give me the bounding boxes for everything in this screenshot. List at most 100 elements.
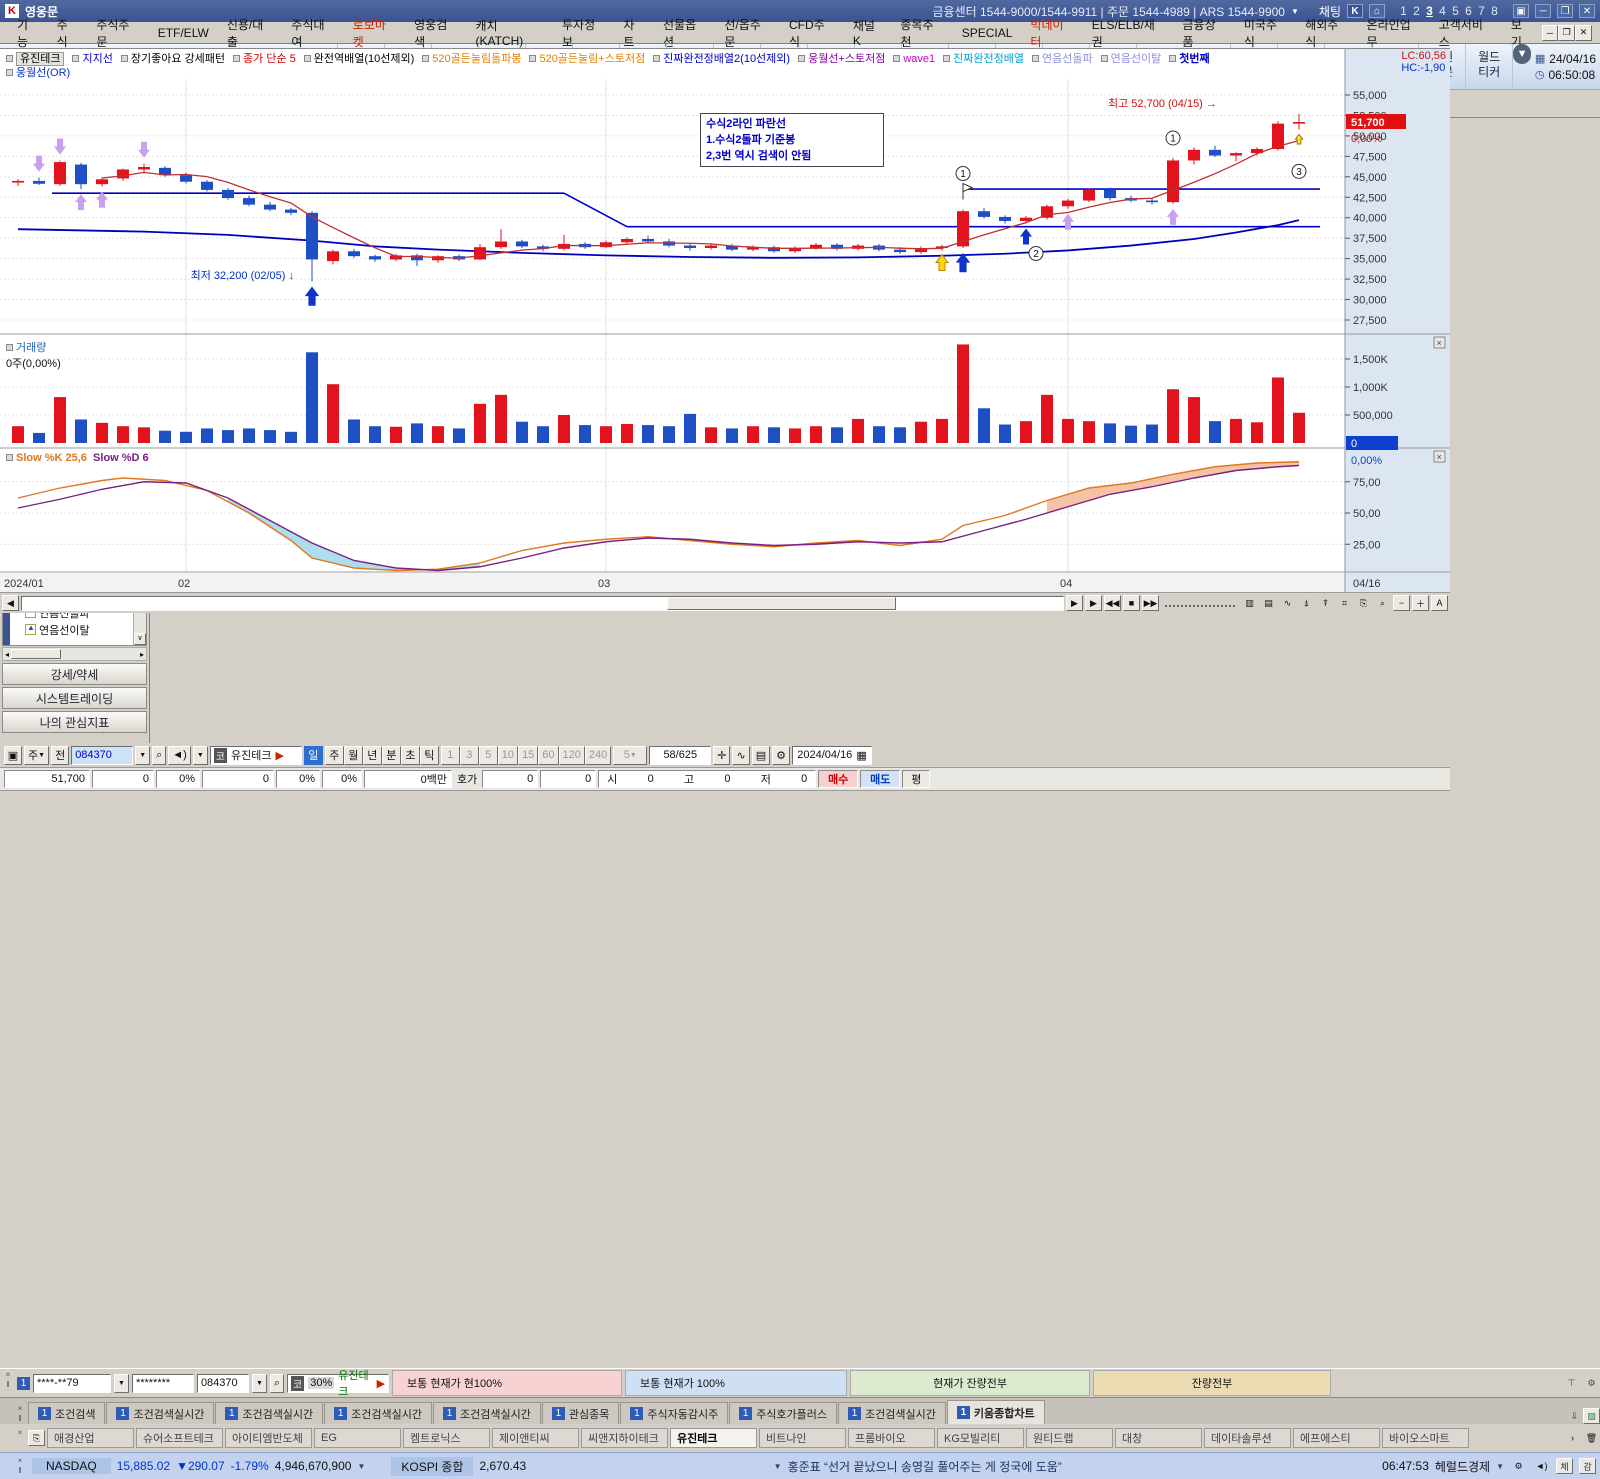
- window-tab-주식자동감시주-6[interactable]: 1주식자동감시주: [620, 1402, 728, 1424]
- stock-tab-슈어소프트테크[interactable]: 슈어소프트테크: [136, 1428, 223, 1448]
- legend-toggle-icon[interactable]: [422, 55, 429, 62]
- window-tab-주식호가플러스-7[interactable]: 1주식호가플러스: [729, 1402, 837, 1424]
- news-dropdown-icon[interactable]: ▼: [774, 1462, 782, 1471]
- minute-button-240[interactable]: 240: [585, 746, 611, 765]
- close-icon[interactable]: ✕: [1579, 4, 1595, 18]
- menu-item-2[interactable]: 주식: [48, 16, 88, 50]
- grid-style-icon[interactable]: ⌗: [1336, 595, 1353, 611]
- chart-area[interactable]: 121355,00052,50050,00047,50045,00042,500…: [0, 48, 1450, 592]
- signal-item-24[interactable]: 연음선이탈: [11, 621, 132, 638]
- period-day-button[interactable]: 일: [304, 746, 323, 765]
- speaker-icon[interactable]: ◄): [168, 746, 191, 765]
- period-button-틱[interactable]: 틱: [420, 746, 439, 765]
- phone-dropdown-icon[interactable]: ▼: [1291, 7, 1299, 16]
- sidebar-hscrollbar[interactable]: ◂ ▸: [2, 647, 147, 661]
- stock-tab-제이앤티씨[interactable]: 제이앤티씨: [492, 1428, 579, 1448]
- mdi-close-icon[interactable]: ✕: [1575, 25, 1592, 41]
- minute-button-1[interactable]: 1: [441, 746, 460, 765]
- legend-toggle-icon[interactable]: [1101, 55, 1108, 62]
- stock-tab-비트나인[interactable]: 비트나인: [759, 1428, 846, 1448]
- chart-settings-icon[interactable]: ⚙: [772, 746, 790, 765]
- save-chart-icon[interactable]: ▤: [752, 746, 770, 765]
- window-tab-키움종합차트-9[interactable]: 1키움종합차트: [947, 1400, 1045, 1424]
- account-select[interactable]: ****-**79: [33, 1374, 111, 1393]
- legend-item-11[interactable]: 연음선돌파: [1032, 53, 1093, 65]
- period-button-분[interactable]: 분: [382, 746, 401, 765]
- stock-tabbar-handle[interactable]: ×: [14, 1428, 26, 1448]
- stock-tab-데이타솔루션[interactable]: 데이타솔루션: [1204, 1428, 1291, 1448]
- stock-code-input[interactable]: 084370: [71, 746, 133, 765]
- mdi-restore-icon[interactable]: ❐: [1558, 25, 1575, 41]
- code-dropdown-icon[interactable]: ▼: [135, 746, 150, 765]
- pin-icon[interactable]: ⊤: [1563, 1375, 1580, 1391]
- news-ticker[interactable]: 홍준표 “선거 끝났으니 송영길 풀어주는 게 정국에 도움”: [788, 1458, 1377, 1475]
- prev-button[interactable]: 전: [51, 746, 69, 765]
- period-button-월[interactable]: 월: [344, 746, 363, 765]
- stock-tab-원티드랩[interactable]: 원티드랩: [1026, 1428, 1113, 1448]
- hscroll-right-icon[interactable]: ▸: [138, 650, 146, 659]
- source-dropdown-icon[interactable]: ▼: [1496, 1462, 1504, 1471]
- index1-label[interactable]: NASDAQ: [32, 1458, 111, 1474]
- chart-annotation-box[interactable]: 수식2라인 파란선 1.수식2돌파 기준봉 2,3번 역시 검색이 안됨: [700, 113, 884, 167]
- speaker-dropdown-icon[interactable]: ▼: [193, 746, 208, 765]
- restore-icon[interactable]: ❐: [1557, 4, 1573, 18]
- pane-layout-icon[interactable]: ▥: [1241, 595, 1258, 611]
- stock-tab-에프에스티[interactable]: 에프에스티: [1293, 1428, 1380, 1448]
- stop-icon[interactable]: ■: [1123, 595, 1140, 611]
- window-tab-관심종목-5[interactable]: 1관심종목: [542, 1402, 619, 1424]
- legend-item-5[interactable]: 520골든눌림돌파봉: [422, 53, 521, 65]
- legend-grid-icon[interactable]: [6, 69, 13, 76]
- zoom-out-icon[interactable]: −: [1393, 595, 1410, 611]
- tab-chart-icon[interactable]: ▧: [1583, 1408, 1600, 1424]
- hscroll-left-icon[interactable]: ◂: [3, 650, 11, 659]
- status-settings-icon[interactable]: ⚙: [1510, 1458, 1527, 1474]
- trend-down-icon[interactable]: ⍒: [1317, 595, 1334, 611]
- speed-slider[interactable]: [1165, 599, 1235, 607]
- order-code-search-icon[interactable]: ⌕: [270, 1374, 284, 1393]
- minute-button-120[interactable]: 120: [559, 746, 585, 765]
- window-tab-조건검색실시간-4[interactable]: 1조건검색실시간: [433, 1402, 541, 1424]
- order-check-button[interactable]: 체: [1556, 1458, 1573, 1474]
- font-size-icon[interactable]: A: [1431, 595, 1448, 611]
- scroll-down-icon[interactable]: ∨: [134, 633, 146, 645]
- legend-item-2[interactable]: 장기좋아요 강세패턴: [121, 53, 225, 65]
- order-code-input[interactable]: 084370: [197, 1374, 249, 1393]
- toolbar-button-월드티커-25[interactable]: 월드티커: [1466, 44, 1513, 90]
- stock-tab-씨앤지하이테크[interactable]: 씨앤지하이테크: [581, 1428, 668, 1448]
- legend-toggle-icon[interactable]: [6, 55, 13, 62]
- legend-toggle-icon[interactable]: [1169, 55, 1176, 62]
- minute-button-60[interactable]: 60: [538, 746, 558, 765]
- chart-hscrollbar[interactable]: [21, 596, 1064, 611]
- step-back-icon[interactable]: ◀◀: [1104, 595, 1121, 611]
- account-dropdown-icon[interactable]: ▼: [114, 1374, 129, 1393]
- scroll-right-icon[interactable]: ▶: [1066, 595, 1083, 611]
- order-code-dropdown-icon[interactable]: ▼: [252, 1374, 267, 1393]
- stock-tab-유진테크[interactable]: 유진테크: [670, 1428, 757, 1448]
- stock-tab-애경산업[interactable]: 애경산업: [47, 1428, 134, 1448]
- minute-button-15[interactable]: 15: [518, 746, 538, 765]
- buy-order-summary[interactable]: 보통 현재가 현100%: [392, 1370, 622, 1396]
- status-speaker-icon[interactable]: ◄): [1533, 1458, 1550, 1474]
- stock-tab-EG[interactable]: EG: [314, 1428, 401, 1448]
- legend-toggle-icon[interactable]: [1032, 55, 1039, 62]
- scroll-left-icon[interactable]: ◀: [2, 595, 19, 611]
- period-button-년[interactable]: 년: [363, 746, 382, 765]
- legend-item-4[interactable]: 완전역배열(10선제외): [304, 53, 415, 65]
- date-calendar-icon[interactable]: ▦: [856, 749, 866, 762]
- legend-item-7[interactable]: 진짜완전정배열2(10선제외): [653, 53, 790, 65]
- legend-toggle-icon[interactable]: [893, 55, 900, 62]
- code-search-icon[interactable]: ⌕: [152, 746, 166, 765]
- minute-button-3[interactable]: 3: [460, 746, 479, 765]
- menu-item-4[interactable]: ETF/ELW: [149, 26, 218, 40]
- stock-tab-아이티엠반도체[interactable]: 아이티엠반도체: [225, 1428, 312, 1448]
- window-tab-조건검색실시간-8[interactable]: 1조건검색실시간: [838, 1402, 946, 1424]
- minute-button-5[interactable]: 5: [479, 746, 498, 765]
- mdi-minimize-icon[interactable]: ─: [1542, 25, 1559, 41]
- legend-item-3[interactable]: 종가 단순 5: [233, 53, 296, 65]
- current-qty-summary[interactable]: 현재가 잔량전부: [850, 1370, 1090, 1396]
- clipboard-icon[interactable]: ⎘: [28, 1430, 45, 1446]
- period-button-초[interactable]: 초: [401, 746, 420, 765]
- legend-toggle-icon[interactable]: [72, 55, 79, 62]
- stock-tab-바이오스마트[interactable]: 바이오스마트: [1382, 1428, 1469, 1448]
- legend-toggle-icon[interactable]: [653, 55, 660, 62]
